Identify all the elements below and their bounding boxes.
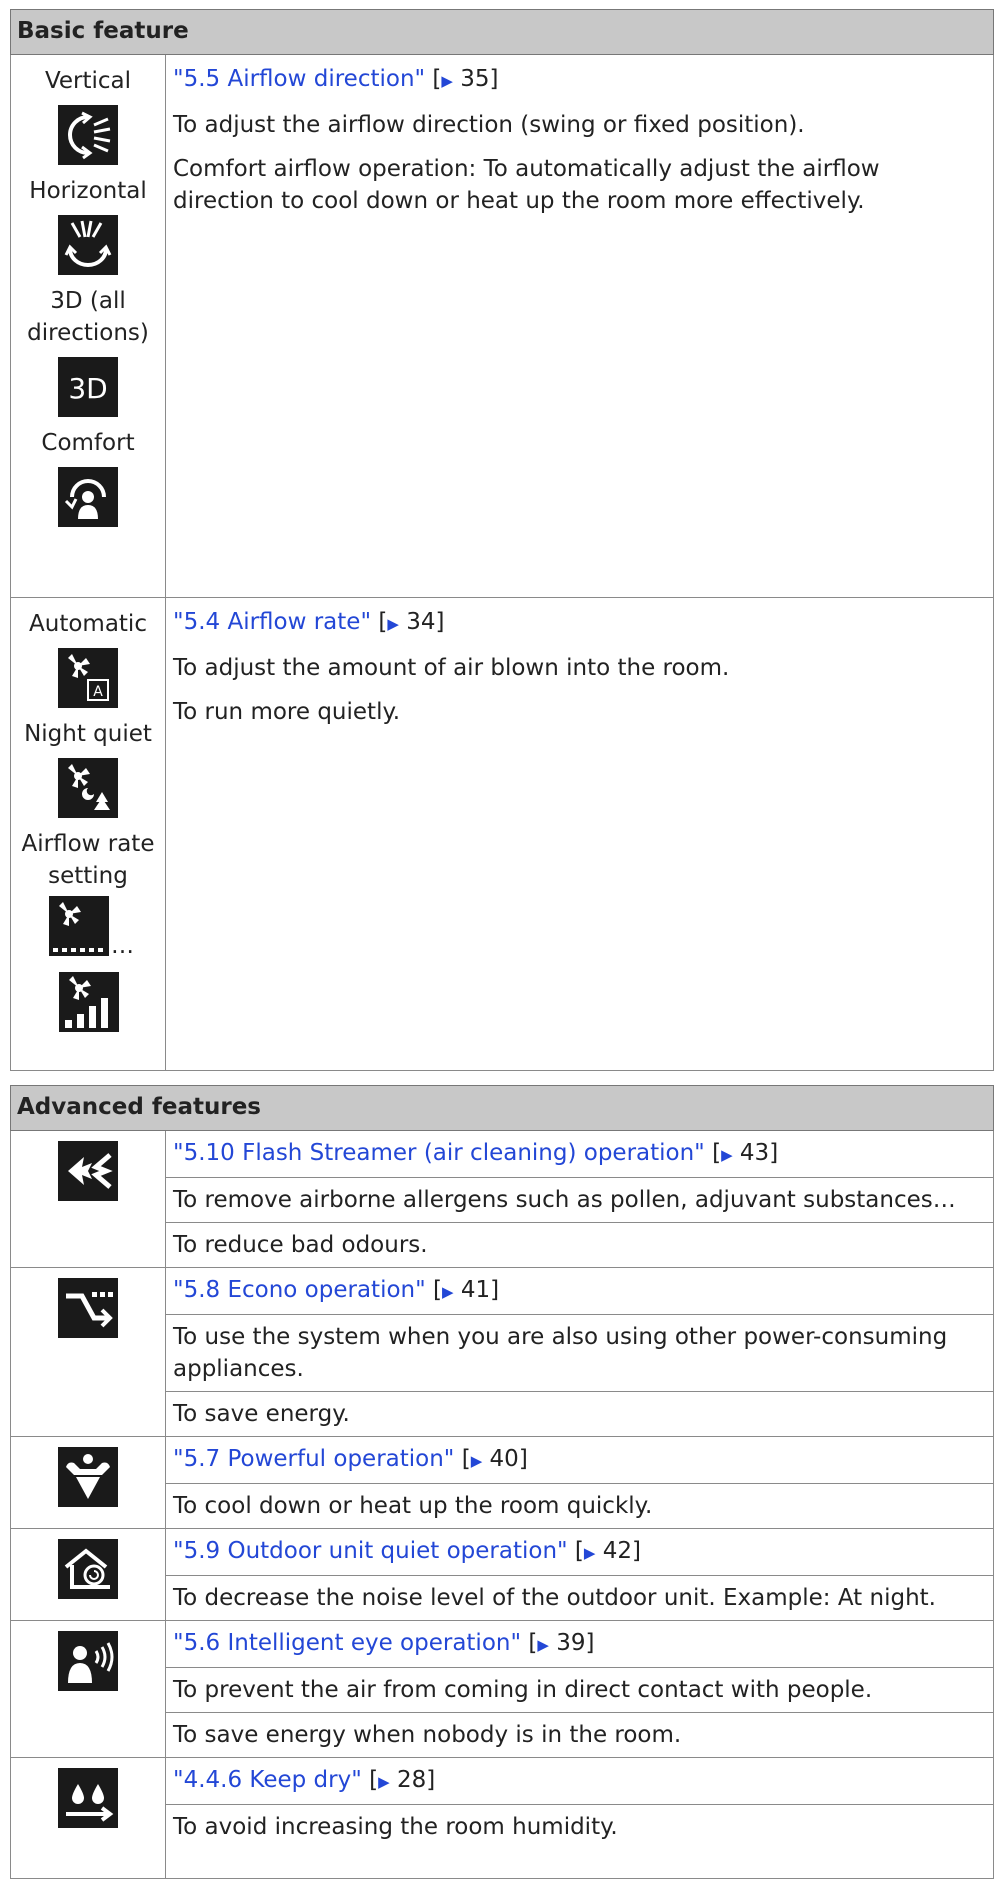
- 3d-icon-text: 3D: [68, 372, 107, 405]
- airflow-direction-desc-2: Comfort airflow operation: To automatica…: [173, 156, 880, 214]
- keep-dry-page[interactable]: 28: [397, 1767, 426, 1793]
- intelligent-eye-desc-1: To prevent the air from coming in direct…: [166, 1667, 993, 1712]
- page-arrow-icon: ▶: [537, 1636, 549, 1654]
- intelligent-eye-row: "5.6 Intelligent eye operation" [▶ 39] T…: [10, 1620, 994, 1758]
- keep-dry-icon: [58, 1768, 118, 1828]
- night-quiet-label: Night quiet: [24, 721, 152, 747]
- airflow-rate-setting-label: Airflow rate setting: [21, 831, 155, 889]
- powerful-link[interactable]: "5.7 Powerful operation": [173, 1446, 454, 1472]
- powerful-icon: [58, 1447, 118, 1507]
- powerful-row: "5.7 Powerful operation" [▶ 40] To cool …: [10, 1436, 994, 1529]
- outdoor-quiet-page[interactable]: 42: [603, 1538, 632, 1564]
- keep-dry-row: "4.4.6 Keep dry" [▶ 28] To avoid increas…: [10, 1757, 994, 1879]
- fan-night-quiet-icon: [58, 758, 118, 818]
- keep-dry-desc-1: To avoid increasing the room humidity.: [166, 1804, 993, 1849]
- airflow-direction-row: Vertical Horizontal 3D (all directions) …: [10, 54, 994, 598]
- flash-streamer-row: "5.10 Flash Streamer (air cleaning) oper…: [10, 1130, 994, 1268]
- intelligent-eye-desc-2: To save energy when nobody is in the roo…: [166, 1712, 993, 1757]
- outdoor-quiet-link[interactable]: "5.9 Outdoor unit quiet operation": [173, 1538, 568, 1564]
- fan-level-high-icon: [59, 972, 119, 1032]
- advanced-features-header: Advanced features: [10, 1085, 994, 1131]
- powerful-desc-1: To cool down or heat up the room quickly…: [166, 1483, 993, 1528]
- flash-streamer-icon: [58, 1141, 118, 1201]
- econo-icon: [58, 1278, 118, 1338]
- comfort-airflow-icon: [58, 467, 118, 527]
- econo-desc-2: To save energy.: [166, 1391, 993, 1436]
- keep-dry-link[interactable]: "4.4.6 Keep dry": [173, 1767, 362, 1793]
- outdoor-quiet-desc-1: To decrease the noise level of the outdo…: [166, 1575, 993, 1620]
- airflow-rate-page[interactable]: 34: [406, 609, 435, 635]
- econo-row: "5.8 Econo operation" [▶ 41] To use the …: [10, 1267, 994, 1437]
- vertical-label: Vertical: [44, 68, 132, 94]
- horizontal-label: Horizontal: [29, 178, 147, 204]
- outdoor-quiet-icon: [58, 1539, 118, 1599]
- fan-level-low-icon: [49, 896, 109, 956]
- horizontal-swing-icon: [58, 215, 118, 275]
- fan-auto-icon: A: [58, 648, 118, 708]
- svg-text:A: A: [93, 684, 103, 700]
- basic-feature-header: Basic feature: [10, 9, 994, 55]
- page-arrow-icon: ▶: [441, 72, 453, 90]
- page-arrow-icon: ▶: [583, 1544, 596, 1562]
- econo-desc-1: To use the system when you are also usin…: [166, 1314, 993, 1391]
- airflow-direction-link[interactable]: "5.5 Airflow direction": [173, 66, 425, 92]
- 3d-label: 3D (all directions): [27, 288, 149, 346]
- page-arrow-icon: ▶: [441, 1283, 454, 1301]
- econo-link[interactable]: "5.8 Econo operation": [173, 1277, 426, 1303]
- airflow-rate-desc-1: To adjust the amount of air blown into t…: [173, 655, 730, 681]
- vertical-swing-icon: [58, 105, 118, 165]
- airflow-rate-desc-2: To run more quietly.: [173, 699, 401, 725]
- page-arrow-icon: ▶: [387, 615, 399, 633]
- econo-page[interactable]: 41: [461, 1277, 490, 1303]
- page-arrow-icon: ▶: [470, 1452, 483, 1470]
- airflow-rate-row: Automatic A Night quiet Airflow rate set…: [10, 597, 994, 1071]
- airflow-direction-desc-1: To adjust the airflow direction (swing o…: [173, 112, 805, 138]
- automatic-label: Automatic: [29, 611, 147, 637]
- intelligent-eye-link[interactable]: "5.6 Intelligent eye operation": [173, 1630, 521, 1656]
- outdoor-quiet-row: "5.9 Outdoor unit quiet operation" [▶ 42…: [10, 1528, 994, 1621]
- flash-streamer-desc-2: To reduce bad odours.: [166, 1222, 993, 1267]
- airflow-direction-page[interactable]: 35: [460, 66, 489, 92]
- advanced-features-table: Advanced features "5.10 Flash Streamer (…: [10, 1085, 994, 1879]
- flash-streamer-page[interactable]: 43: [740, 1140, 769, 1166]
- flash-streamer-desc-1: To remove airborne allergens such as pol…: [166, 1177, 993, 1222]
- airflow-rate-link[interactable]: "5.4 Airflow rate": [173, 609, 371, 635]
- flash-streamer-link[interactable]: "5.10 Flash Streamer (air cleaning) oper…: [173, 1140, 705, 1166]
- 3d-icon: 3D: [58, 357, 118, 417]
- powerful-page[interactable]: 40: [490, 1446, 519, 1472]
- intelligent-eye-page[interactable]: 39: [556, 1630, 585, 1656]
- basic-feature-table: Basic feature Vertical Horizontal 3D (al…: [10, 9, 994, 1071]
- page-arrow-icon: ▶: [721, 1146, 733, 1164]
- ellipsis-text: …: [111, 933, 134, 959]
- page-arrow-icon: ▶: [378, 1773, 390, 1791]
- comfort-label: Comfort: [41, 430, 135, 456]
- intelligent-eye-icon: [58, 1631, 118, 1691]
